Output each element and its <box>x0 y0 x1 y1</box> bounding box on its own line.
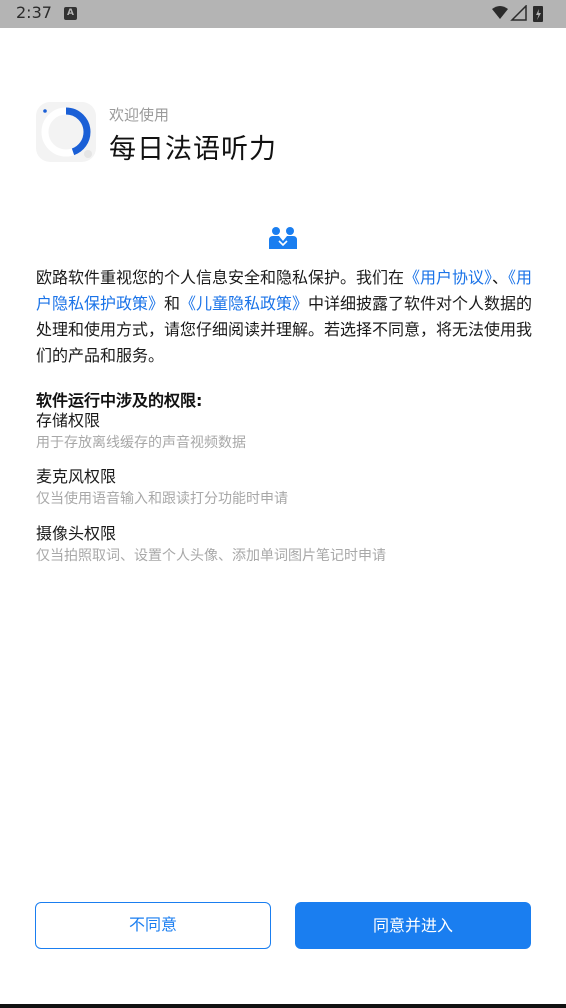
signal-icon <box>510 5 527 21</box>
status-icons <box>492 5 543 22</box>
app-header: 欢迎使用 每日法语听力 <box>36 102 436 165</box>
permission-name: 麦克风权限 <box>36 467 117 486</box>
status-time: 2:37 <box>16 3 52 22</box>
permission-desc: 用于存放离线缓存的声音视频数据 <box>36 435 246 451</box>
permission-name: 存储权限 <box>36 411 101 430</box>
permission-desc: 仅当使用语音输入和跟读打分功能时申请 <box>36 491 288 507</box>
disagree-button[interactable]: 不同意 <box>35 902 271 949</box>
wifi-icon <box>492 6 508 19</box>
navigation-bar <box>0 1004 566 1008</box>
permission-desc: 仅当拍照取词、设置个人头像、添加单词图片笔记时申请 <box>36 548 386 564</box>
intro-text-3: 和 <box>164 294 181 313</box>
intro-text-1: 欧路软件重视您的个人信息安全和隐私保护。我们在 <box>36 268 405 287</box>
user-agreement-link[interactable]: 《用户协议》 <box>404 268 492 287</box>
agree-button[interactable]: 同意并进入 <box>295 902 531 949</box>
permission-item-storage: 存储权限 用于存放离线缓存的声音视频数据 <box>36 410 536 454</box>
handshake-icon <box>269 227 297 249</box>
status-bar: 2:37 A <box>0 0 566 28</box>
welcome-text: 欢迎使用 <box>109 106 170 124</box>
intro-text-2: 、 <box>492 268 509 287</box>
child-privacy-policy-link[interactable]: 《儿童隐私政策》 <box>180 294 308 313</box>
permission-item-microphone: 麦克风权限 仅当使用语音输入和跟读打分功能时申请 <box>36 466 536 510</box>
app-logo <box>36 102 96 162</box>
privacy-intro: 欧路软件重视您的个人信息安全和隐私保护。我们在《用户协议》、《用户隐私保护政策》… <box>36 265 536 369</box>
permissions-title: 软件运行中涉及的权限: <box>36 391 203 410</box>
permission-name: 摄像头权限 <box>36 524 117 543</box>
app-name: 每日法语听力 <box>109 134 277 165</box>
notification-icon: A <box>64 7 77 20</box>
permission-item-camera: 摄像头权限 仅当拍照取词、设置个人头像、添加单词图片笔记时申请 <box>36 523 536 567</box>
